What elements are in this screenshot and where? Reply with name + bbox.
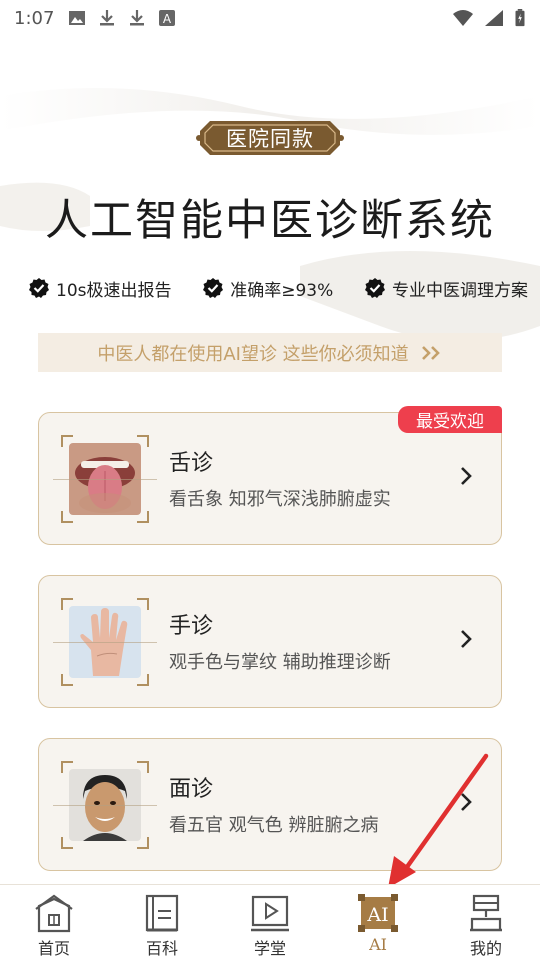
battery-icon: [515, 9, 525, 27]
tab-label: AI: [369, 935, 387, 954]
status-bar: 1:07 A: [0, 0, 540, 36]
download-icon: [130, 10, 145, 26]
tab-label: 百科: [145, 939, 178, 958]
card-description: 看舌象 知邪气深浅肺腑虚实: [169, 489, 391, 510]
tab-school[interactable]: 学堂: [216, 885, 324, 960]
feature-item: 10s极速出报告: [28, 276, 172, 301]
profile-icon: [470, 894, 502, 932]
chevron-right-icon: [461, 630, 472, 648]
image-icon: [69, 11, 86, 25]
check-icon: [29, 278, 49, 298]
tab-label: 学堂: [253, 939, 286, 958]
notice-banner[interactable]: 中医人都在使用AI望诊 这些你必须知道: [38, 333, 502, 372]
chevron-right-icon: [461, 467, 472, 485]
ai-icon: AI: [358, 894, 398, 932]
status-time: 1:07: [14, 7, 55, 29]
wifi-icon: [453, 10, 473, 26]
check-icon: [365, 278, 385, 298]
hospital-badge: 医院同款: [196, 117, 344, 159]
bottom-tab-bar: 首页 百科 学堂 AI AI 我的: [0, 884, 540, 960]
image-frame: [53, 435, 157, 523]
tab-ai[interactable]: AI AI: [324, 885, 432, 960]
face-diagnosis-card[interactable]: 面诊 看五官 观气色 辨脏腑之病: [38, 738, 502, 871]
tab-label: 我的: [469, 939, 502, 958]
chevron-right-icon: [461, 793, 472, 811]
book-icon: [145, 894, 179, 932]
check-icon: [203, 278, 224, 298]
tab-encyclopedia[interactable]: 百科: [108, 885, 216, 960]
feature-list: 10s极速出报告 准确率≥93% 专业中医调理方案: [28, 274, 528, 302]
feature-label: 专业中医调理方案: [392, 280, 528, 301]
tab-label: 首页: [37, 939, 70, 958]
svg-text:A: A: [163, 12, 172, 26]
tongue-diagnosis-card[interactable]: 舌诊 看舌象 知邪气深浅肺腑虚实 最受欢迎: [38, 406, 502, 545]
most-popular-ribbon: 最受欢迎: [398, 406, 502, 433]
card-title: 面诊: [169, 777, 214, 802]
feature-item: 专业中医调理方案: [364, 276, 528, 301]
svg-text:AI: AI: [366, 904, 388, 926]
download-icon: [100, 10, 115, 26]
home-icon: [35, 894, 73, 933]
feature-item: 准确率≥93%: [202, 276, 333, 301]
page-title: 人工智能中医诊断系统: [45, 196, 495, 246]
tab-home[interactable]: 首页: [0, 885, 108, 960]
hand-diagnosis-card[interactable]: 手诊 观手色与掌纹 辅助推理诊断: [38, 575, 502, 708]
signal-icon: [485, 10, 503, 26]
double-chevron-right-icon: [421, 345, 440, 360]
card-description: 看五官 观气色 辨脏腑之病: [169, 815, 379, 836]
image-frame: [53, 598, 157, 686]
font-icon: A: [159, 10, 176, 26]
card-description: 观手色与掌纹 辅助推理诊断: [169, 652, 391, 673]
notice-text: 中医人都在使用AI望诊 这些你必须知道: [97, 343, 409, 365]
badge-text: 医院同款: [226, 127, 314, 151]
video-icon: [251, 895, 289, 932]
card-title: 舌诊: [169, 451, 214, 476]
tab-profile[interactable]: 我的: [432, 885, 540, 960]
feature-label: 准确率≥93%: [230, 280, 334, 301]
feature-label: 10s极速出报告: [56, 280, 172, 301]
card-title: 手诊: [169, 614, 214, 639]
image-frame: [53, 761, 157, 849]
